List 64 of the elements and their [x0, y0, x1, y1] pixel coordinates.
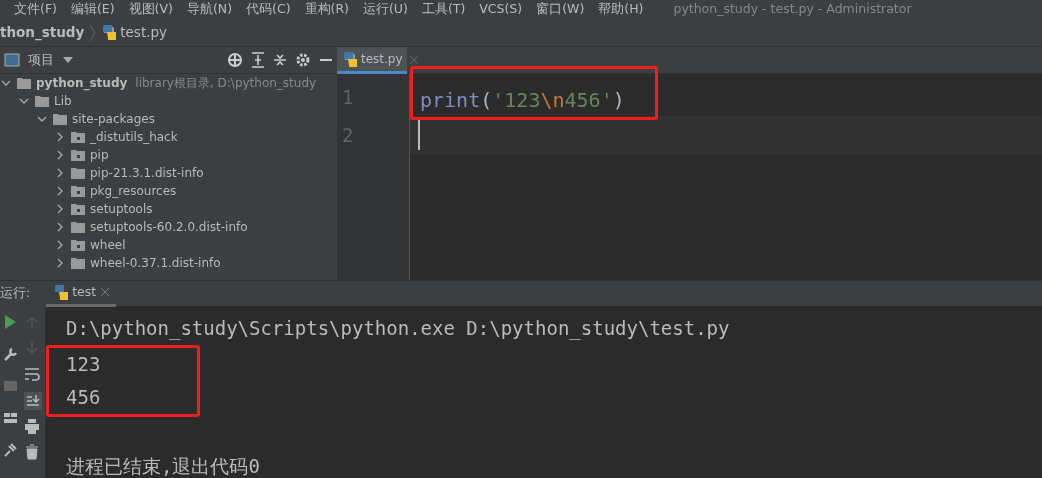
tree-item[interactable]: python_study	[36, 74, 128, 92]
run-tab[interactable]: test	[46, 280, 117, 307]
expand-all-icon[interactable]	[251, 52, 265, 68]
menu-item[interactable]: 帮助(H)	[598, 0, 644, 19]
menu-item[interactable]: VCS(S)	[479, 0, 523, 19]
settings-icon[interactable]	[295, 52, 311, 68]
pin-icon[interactable]	[2, 442, 18, 458]
tree-item[interactable]: pip	[90, 146, 109, 164]
tree-item[interactable]: pip-21.3.1.dist-info	[90, 164, 204, 182]
run-icon[interactable]	[2, 314, 18, 330]
package-folder-icon	[70, 129, 86, 145]
folder-icon	[70, 165, 86, 181]
python-icon	[52, 284, 69, 300]
menu-item[interactable]: 工具(T)	[421, 0, 466, 19]
target-icon[interactable]	[227, 52, 243, 68]
menu-item[interactable]: 窗口(W)	[536, 0, 585, 19]
python-file-icon	[100, 24, 117, 41]
tree-item[interactable]: setuptools-60.2.0.dist-info	[90, 218, 248, 236]
chevron-right-icon	[88, 22, 97, 43]
menu-item[interactable]: 代码(C)	[246, 0, 291, 19]
folder-icon	[70, 219, 86, 235]
menu-item[interactable]: 文件(F)	[14, 0, 57, 19]
collapse-all-icon[interactable]	[273, 52, 287, 68]
wrench-icon[interactable]	[2, 346, 18, 362]
console-line: 123	[66, 352, 102, 377]
tree-item[interactable]: pkg_resources	[90, 182, 177, 200]
package-folder-icon	[70, 147, 86, 163]
package-folder-icon	[70, 237, 86, 253]
window-icon	[4, 53, 20, 67]
window-title: python_study - test.py - Administrator	[673, 0, 912, 19]
tree-item-note: library根目录, D:\python_study	[135, 75, 317, 92]
tree-item[interactable]: Lib	[54, 92, 72, 110]
folder-icon	[16, 75, 32, 91]
tree-item[interactable]: setuptools	[90, 200, 153, 218]
breadcrumb-item[interactable]: thon_study	[0, 22, 85, 43]
menu-item[interactable]: 编辑(E)	[70, 0, 115, 19]
folder-icon	[70, 255, 86, 271]
soft-wrap-icon[interactable]	[23, 366, 42, 384]
close-icon[interactable]	[100, 287, 111, 297]
layout-icon[interactable]	[2, 410, 18, 426]
menu-item[interactable]: 导航(N)	[186, 0, 233, 19]
panel-title[interactable]: 项目	[28, 50, 54, 70]
code-line: print('123\n456')	[420, 87, 625, 114]
breadcrumb-item[interactable]: test.py	[120, 22, 168, 43]
tree-item[interactable]: wheel-0.37.1.dist-info	[90, 254, 221, 272]
scroll-to-end-icon[interactable]	[23, 392, 42, 410]
print-icon[interactable]	[23, 418, 42, 436]
editor-tab[interactable]: test.py	[337, 47, 407, 74]
tree-item[interactable]: wheel	[90, 236, 126, 254]
tree-item[interactable]: _distutils_hack	[90, 128, 178, 146]
tree-item[interactable]: site-packages	[72, 110, 155, 128]
package-folder-icon	[70, 201, 86, 217]
menu-item[interactable]: 重构(R)	[304, 0, 349, 19]
package-folder-icon	[70, 183, 86, 199]
menu-item[interactable]: 运行(U)	[362, 0, 408, 19]
menu-item[interactable]: 视图(V)	[128, 0, 173, 19]
run-label: 运行:	[0, 284, 31, 303]
folder-icon	[52, 111, 68, 127]
console-line: 456	[66, 385, 102, 410]
console-line: D:\python_study\Scripts\python.exe D:\python_study\test.py	[66, 316, 731, 342]
python-file-icon	[341, 50, 357, 68]
dropdown-icon[interactable]	[62, 56, 74, 64]
folder-icon	[34, 93, 50, 109]
console-line: 进程已结束,退出代码0	[66, 454, 261, 478]
